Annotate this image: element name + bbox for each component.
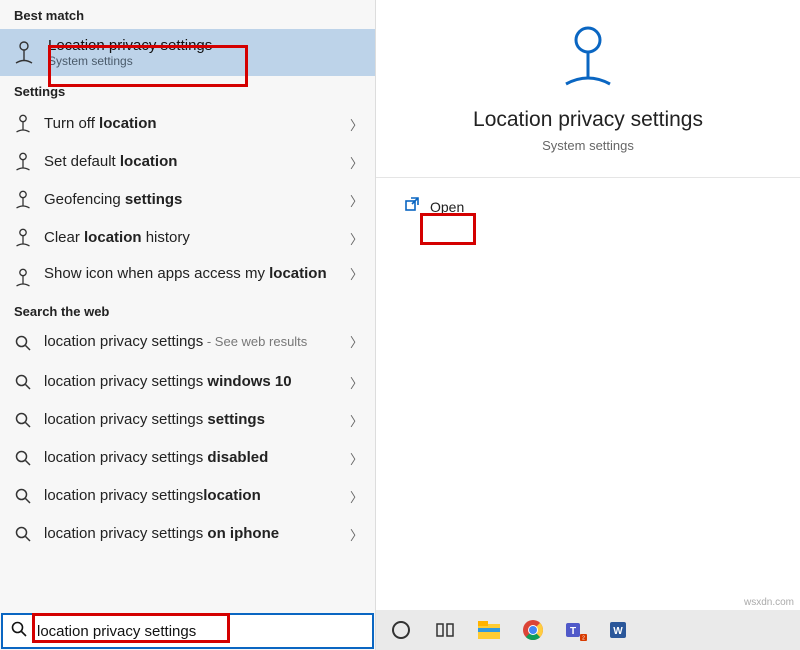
location-icon	[12, 113, 34, 135]
result-detail-panel: Location privacy settings System setting…	[376, 0, 800, 610]
web-result-item[interactable]: location privacy settingslocation 〉	[0, 477, 375, 515]
chevron-right-icon: 〉	[350, 264, 363, 283]
chevron-right-icon: 〉	[350, 373, 363, 392]
chevron-right-icon: 〉	[350, 449, 363, 468]
location-icon	[10, 39, 38, 67]
location-icon	[12, 151, 34, 173]
settings-result-item[interactable]: Set default location 〉	[0, 143, 375, 181]
result-label: location privacy settings on iphone	[44, 524, 340, 544]
svg-text:T: T	[570, 626, 576, 637]
web-result-item[interactable]: location privacy settings disabled 〉	[0, 439, 375, 477]
result-label: location privacy settings windows 10	[44, 372, 340, 392]
settings-result-item[interactable]: Turn off location 〉	[0, 105, 375, 143]
file-explorer-icon[interactable]	[476, 617, 502, 643]
search-icon	[12, 450, 34, 466]
search-icon	[12, 374, 34, 390]
best-match-subtitle: System settings	[48, 54, 212, 68]
search-web-header: Search the web	[0, 296, 375, 325]
taskbar: T2 W	[376, 610, 800, 650]
result-label: Clear location history	[44, 228, 340, 248]
result-label: location privacy settings - See web resu…	[44, 332, 340, 352]
location-icon-large	[376, 22, 800, 94]
search-icon	[11, 621, 31, 642]
chevron-right-icon: 〉	[350, 487, 363, 506]
web-result-item[interactable]: location privacy settings - See web resu…	[0, 325, 375, 363]
chevron-right-icon: 〉	[350, 229, 363, 248]
web-result-item[interactable]: location privacy settings settings 〉	[0, 401, 375, 439]
result-label: Set default location	[44, 152, 340, 172]
result-label: Geofencing settings	[44, 190, 340, 210]
chevron-right-icon: 〉	[350, 525, 363, 544]
search-icon	[12, 526, 34, 542]
open-action[interactable]: Open	[404, 196, 800, 217]
divider	[376, 177, 800, 178]
location-icon	[12, 189, 34, 211]
chevron-right-icon: 〉	[350, 115, 363, 134]
chevron-right-icon: 〉	[350, 411, 363, 430]
watermark: wsxdn.com	[744, 597, 794, 608]
search-results-panel: Best match Location privacy settings Sys…	[0, 0, 376, 650]
location-icon	[12, 267, 34, 289]
chrome-icon[interactable]	[520, 617, 546, 643]
word-icon[interactable]: W	[608, 617, 634, 643]
svg-text:W: W	[613, 626, 623, 637]
search-icon	[12, 335, 34, 351]
web-result-item[interactable]: location privacy settings windows 10 〉	[0, 363, 375, 401]
best-match-header: Best match	[0, 0, 375, 29]
result-label: location privacy settingslocation	[44, 486, 340, 506]
search-query-text: location privacy settings	[37, 623, 196, 640]
teams-icon[interactable]: T2	[564, 617, 590, 643]
cortana-circle-icon[interactable]	[388, 617, 414, 643]
result-label: location privacy settings disabled	[44, 448, 340, 468]
result-label: Turn off location	[44, 114, 340, 134]
detail-subtitle: System settings	[376, 138, 800, 153]
search-icon	[12, 488, 34, 504]
location-icon	[12, 227, 34, 249]
detail-title: Location privacy settings	[376, 108, 800, 132]
result-label: location privacy settings settings	[44, 410, 340, 430]
result-label: Show icon when apps access my location	[44, 264, 340, 284]
open-icon	[404, 196, 420, 217]
web-result-item[interactable]: location privacy settings on iphone 〉	[0, 515, 375, 553]
chevron-right-icon: 〉	[350, 191, 363, 210]
best-match-title: Location privacy settings	[48, 37, 212, 54]
settings-result-item[interactable]: Geofencing settings 〉	[0, 181, 375, 219]
svg-text:2: 2	[582, 636, 585, 642]
chevron-right-icon: 〉	[350, 332, 363, 351]
task-view-icon[interactable]	[432, 617, 458, 643]
chevron-right-icon: 〉	[350, 153, 363, 172]
search-icon	[12, 412, 34, 428]
settings-result-item[interactable]: Clear location history 〉	[0, 219, 375, 257]
search-input[interactable]: location privacy settings	[1, 613, 374, 649]
settings-header: Settings	[0, 76, 375, 105]
open-label: Open	[430, 199, 464, 215]
best-match-result[interactable]: Location privacy settings System setting…	[0, 29, 375, 76]
settings-result-item[interactable]: Show icon when apps access my location 〉	[0, 257, 375, 296]
